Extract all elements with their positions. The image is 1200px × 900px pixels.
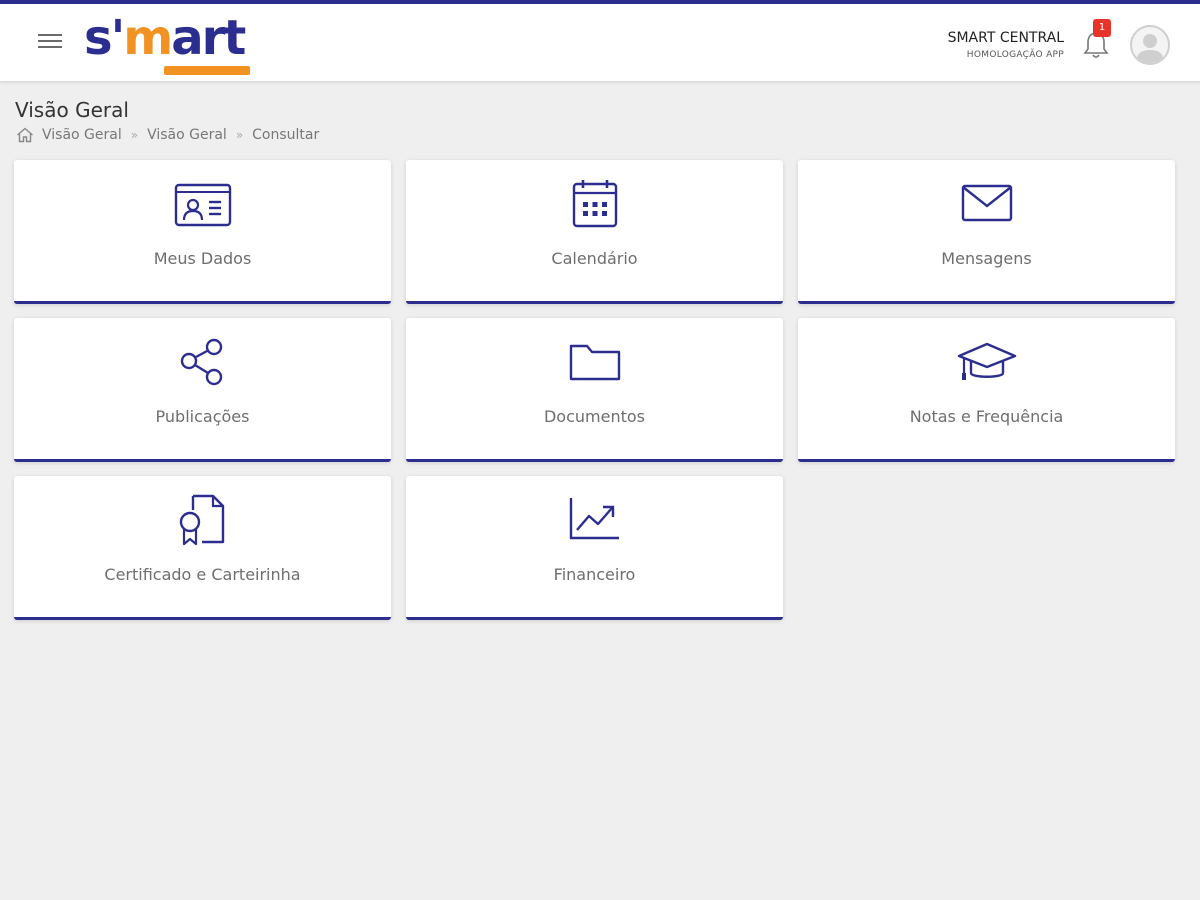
card-label: Certificado e Carteirinha xyxy=(104,565,301,584)
card-financeiro[interactable]: Financeiro xyxy=(406,476,783,620)
card-notas-e-frequencia[interactable]: Notas e Frequência xyxy=(798,318,1175,462)
card-meus-dados[interactable]: Meus Dados xyxy=(14,160,391,304)
home-icon[interactable] xyxy=(16,127,34,143)
user-name: SMART CENTRAL xyxy=(947,30,1064,46)
certificate-icon xyxy=(173,494,233,548)
card-label: Mensagens xyxy=(941,249,1032,268)
trend-chart-icon xyxy=(565,494,625,548)
logo-text-m: m xyxy=(123,10,173,66)
card-mensagens[interactable]: Mensagens xyxy=(798,160,1175,304)
breadcrumb-item-visao-geral[interactable]: Visão Geral xyxy=(42,127,122,143)
breadcrumb-separator-icon: » xyxy=(235,128,244,142)
smart-logo[interactable]: s'mart xyxy=(84,12,254,78)
user-avatar-icon[interactable] xyxy=(1130,25,1170,65)
graduation-cap-icon xyxy=(957,336,1017,390)
card-certificado-e-carteirinha[interactable]: Certificado e Carteirinha xyxy=(14,476,391,620)
card-label: Documentos xyxy=(543,407,645,426)
card-label: Notas e Frequência xyxy=(909,407,1064,426)
breadcrumb-item-visao-geral-2[interactable]: Visão Geral xyxy=(147,127,227,143)
envelope-icon xyxy=(957,178,1017,232)
notification-badge: 1 xyxy=(1093,19,1111,37)
app-header: s'mart SMART CENTRAL HOMOLOGAÇÃO APP 1 xyxy=(0,4,1200,82)
logo-text-rest: art xyxy=(171,10,246,66)
logo-text-s: s' xyxy=(84,10,125,66)
folder-icon xyxy=(565,336,625,390)
breadcrumb: Visão Geral » Visão Geral » Consultar xyxy=(16,125,319,145)
page-title: Visão Geral xyxy=(15,98,129,122)
breadcrumb-item-consultar: Consultar xyxy=(252,127,320,143)
calendar-icon xyxy=(565,178,625,232)
card-label: Publicações xyxy=(155,407,250,426)
logo-tagline-bar xyxy=(164,66,250,75)
card-documentos[interactable]: Documentos xyxy=(406,318,783,462)
breadcrumb-separator-icon: » xyxy=(130,128,139,142)
menu-icon[interactable] xyxy=(36,30,64,54)
share-icon xyxy=(173,336,233,390)
card-publicacoes[interactable]: Publicações xyxy=(14,318,391,462)
card-label: Meus Dados xyxy=(153,249,252,268)
user-subtitle: HOMOLOGAÇÃO APP xyxy=(966,50,1064,60)
card-label: Financeiro xyxy=(553,565,636,584)
card-calendario[interactable]: Calendário xyxy=(406,160,783,304)
id-card-icon xyxy=(173,178,233,232)
card-label: Calendário xyxy=(551,249,638,268)
